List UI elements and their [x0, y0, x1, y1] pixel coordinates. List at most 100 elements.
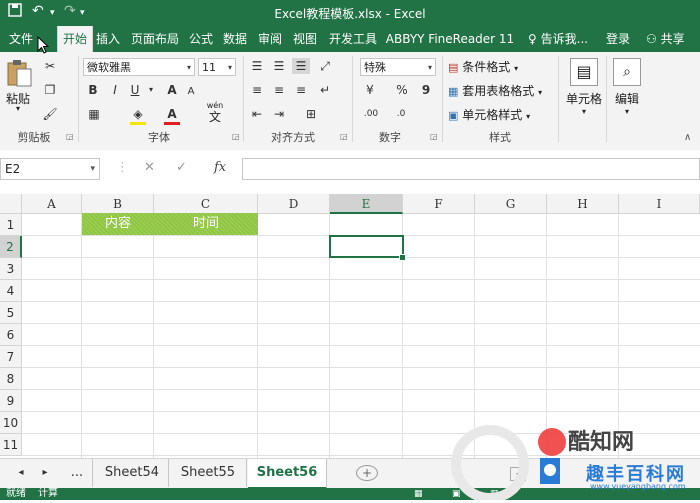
fill-handle[interactable] — [399, 254, 406, 261]
select-all-corner[interactable] — [0, 194, 22, 214]
tab-home[interactable]: 开始 — [57, 26, 93, 52]
sheet-tab-sheet54[interactable]: Sheet54 — [96, 459, 169, 487]
orientation-icon[interactable]: ⤢ — [316, 58, 334, 74]
alignment-launcher-icon[interactable]: ◲ — [340, 132, 348, 141]
column-header-d[interactable]: D — [258, 194, 330, 214]
row-header-2[interactable]: 2 — [0, 236, 22, 258]
tab-abbyy[interactable]: ABBYY FineReader 11 — [385, 26, 515, 52]
clipboard-launcher-icon[interactable]: ◲ — [66, 132, 74, 141]
underline-button[interactable]: U — [128, 82, 142, 98]
italic-button[interactable]: I — [108, 82, 122, 98]
cut-icon[interactable]: ✂ — [42, 58, 58, 74]
formula-input[interactable] — [242, 158, 700, 180]
prev-sheet-button[interactable]: ◂ — [12, 459, 30, 487]
column-header-c[interactable]: C — [154, 194, 258, 214]
row-header-1[interactable]: 1 — [0, 214, 22, 236]
selected-cell-e2[interactable] — [329, 235, 404, 258]
phonetic-button[interactable]: wén 文 — [204, 102, 226, 126]
increase-font-button[interactable]: A — [164, 82, 180, 98]
format-painter-icon[interactable]: 🖌 — [42, 106, 58, 122]
row-header-9[interactable]: 9 — [0, 390, 22, 412]
column-header-e[interactable]: E — [330, 194, 403, 214]
row-header-6[interactable]: 6 — [0, 324, 22, 346]
editing-button[interactable]: ⌕ 编辑 ▾ — [610, 56, 644, 126]
divider — [352, 56, 353, 142]
tab-page-layout[interactable]: 页面布局 — [127, 26, 183, 52]
font-launcher-icon[interactable]: ◲ — [232, 132, 240, 141]
align-center-icon[interactable]: ≡ — [270, 82, 288, 98]
row-header-10[interactable]: 10 — [0, 412, 22, 434]
row-header-7[interactable]: 7 — [0, 346, 22, 368]
signin-link[interactable]: 登录 — [606, 26, 630, 52]
cells-button[interactable]: ▤ 单元格 ▾ — [564, 56, 604, 126]
cell-styles-button[interactable]: ▣ 单元格样式 ▾ — [448, 106, 552, 124]
divider — [606, 56, 607, 142]
increase-decimal-icon[interactable]: .00 — [360, 106, 382, 122]
decrease-font-button[interactable]: A — [184, 84, 198, 100]
align-top-icon[interactable]: ☰ — [248, 58, 266, 74]
column-header-b[interactable]: B — [82, 194, 154, 214]
fill-color-icon[interactable]: ◈ — [130, 106, 146, 125]
tab-formulas[interactable]: 公式 — [186, 26, 216, 52]
comma-style-button[interactable]: 9 — [418, 82, 434, 98]
row-header-4[interactable]: 4 — [0, 280, 22, 302]
tab-view[interactable]: 视图 — [289, 26, 321, 52]
group-label-font: 字体 — [148, 131, 170, 144]
font-name-select[interactable]: 微软雅黑 ▾ — [83, 58, 195, 76]
collapse-ribbon-icon[interactable]: ∧ — [684, 132, 691, 143]
cancel-entry-icon[interactable]: ✕ — [144, 160, 155, 175]
next-sheet-button[interactable]: ▸ — [36, 459, 54, 487]
align-left-icon[interactable]: ≡ — [248, 82, 266, 98]
column-header-h[interactable]: H — [547, 194, 619, 214]
cell-b1[interactable]: 内容 — [82, 213, 154, 235]
number-format-value: 特殊 — [364, 61, 386, 74]
font-size-select[interactable]: 11 ▾ — [198, 58, 236, 76]
row-header-5[interactable]: 5 — [0, 302, 22, 324]
sheet-tab-sheet55[interactable]: Sheet55 — [170, 459, 247, 487]
tab-insert[interactable]: 插入 — [92, 26, 124, 52]
tab-review[interactable]: 审阅 — [254, 26, 286, 52]
wrap-text-icon[interactable]: ↵ — [316, 82, 334, 98]
share-button[interactable]: ⚇ 共享 — [646, 26, 685, 52]
gridline — [22, 345, 700, 346]
decrease-decimal-icon[interactable]: .0 — [390, 106, 412, 122]
insert-function-icon[interactable]: fx — [214, 160, 226, 175]
tab-file[interactable]: 文件 — [4, 26, 38, 52]
copy-icon[interactable]: ❐ — [42, 82, 58, 98]
column-header-a[interactable]: A — [22, 194, 82, 214]
conditional-format-button[interactable]: ▤ 条件格式 ▾ — [448, 58, 552, 76]
column-header-g[interactable]: G — [475, 194, 547, 214]
percent-button[interactable]: % — [394, 82, 410, 98]
normal-view-icon[interactable]: ▦ — [414, 488, 423, 500]
paste-button[interactable]: 粘贴 ▾ — [4, 58, 38, 113]
borders-icon[interactable]: ▦ — [86, 106, 102, 122]
align-middle-icon[interactable]: ☰ — [270, 58, 288, 74]
increase-indent-icon[interactable]: ⇥ — [270, 106, 288, 122]
row-header-8[interactable]: 8 — [0, 368, 22, 390]
column-header-i[interactable]: I — [619, 194, 700, 214]
tell-me-box[interactable]: ♀ 告诉我... — [528, 26, 588, 52]
tab-developer[interactable]: 开发工具 — [325, 26, 381, 52]
number-launcher-icon[interactable]: ◲ — [430, 132, 438, 141]
decrease-indent-icon[interactable]: ⇤ — [248, 106, 266, 122]
more-sheets-button[interactable]: ... — [62, 459, 93, 487]
sheet-tab-sheet56[interactable]: Sheet56 — [248, 459, 327, 489]
bold-button[interactable]: B — [86, 82, 100, 98]
name-box[interactable]: E2 ▾ — [0, 158, 100, 180]
number-format-select[interactable]: 特殊 ▾ — [360, 58, 436, 76]
gridline — [22, 389, 700, 390]
currency-icon[interactable]: ¥ — [360, 82, 380, 98]
confirm-entry-icon[interactable]: ✓ — [176, 160, 187, 175]
add-sheet-button[interactable]: + — [356, 465, 378, 481]
chevron-down-icon[interactable]: ▾ — [146, 82, 156, 98]
merge-center-icon[interactable]: ⊞ — [300, 106, 322, 122]
cell-c1[interactable]: 时间 — [154, 213, 258, 235]
column-header-f[interactable]: F — [403, 194, 475, 214]
row-header-11[interactable]: 11 — [0, 434, 22, 456]
tab-data[interactable]: 数据 — [219, 26, 251, 52]
format-as-table-button[interactable]: ▦ 套用表格格式 ▾ — [448, 82, 552, 100]
row-header-3[interactable]: 3 — [0, 258, 22, 280]
font-color-icon[interactable]: A — [164, 106, 180, 125]
align-bottom-icon[interactable]: ☰ — [292, 58, 310, 74]
align-right-icon[interactable]: ≡ — [292, 82, 310, 98]
